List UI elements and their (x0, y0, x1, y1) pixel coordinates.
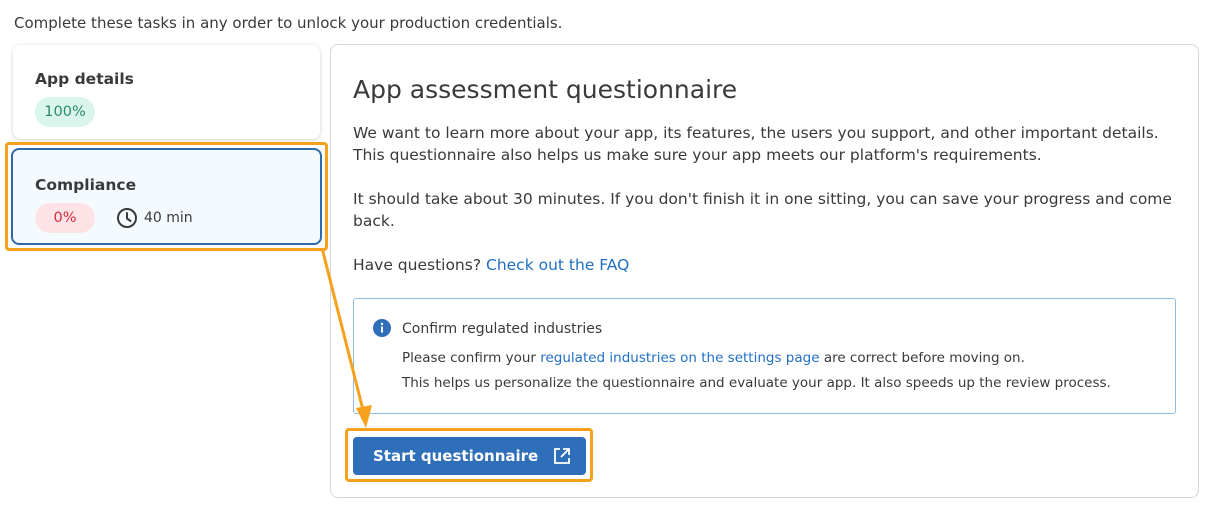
annotation-arrow (320, 247, 372, 428)
